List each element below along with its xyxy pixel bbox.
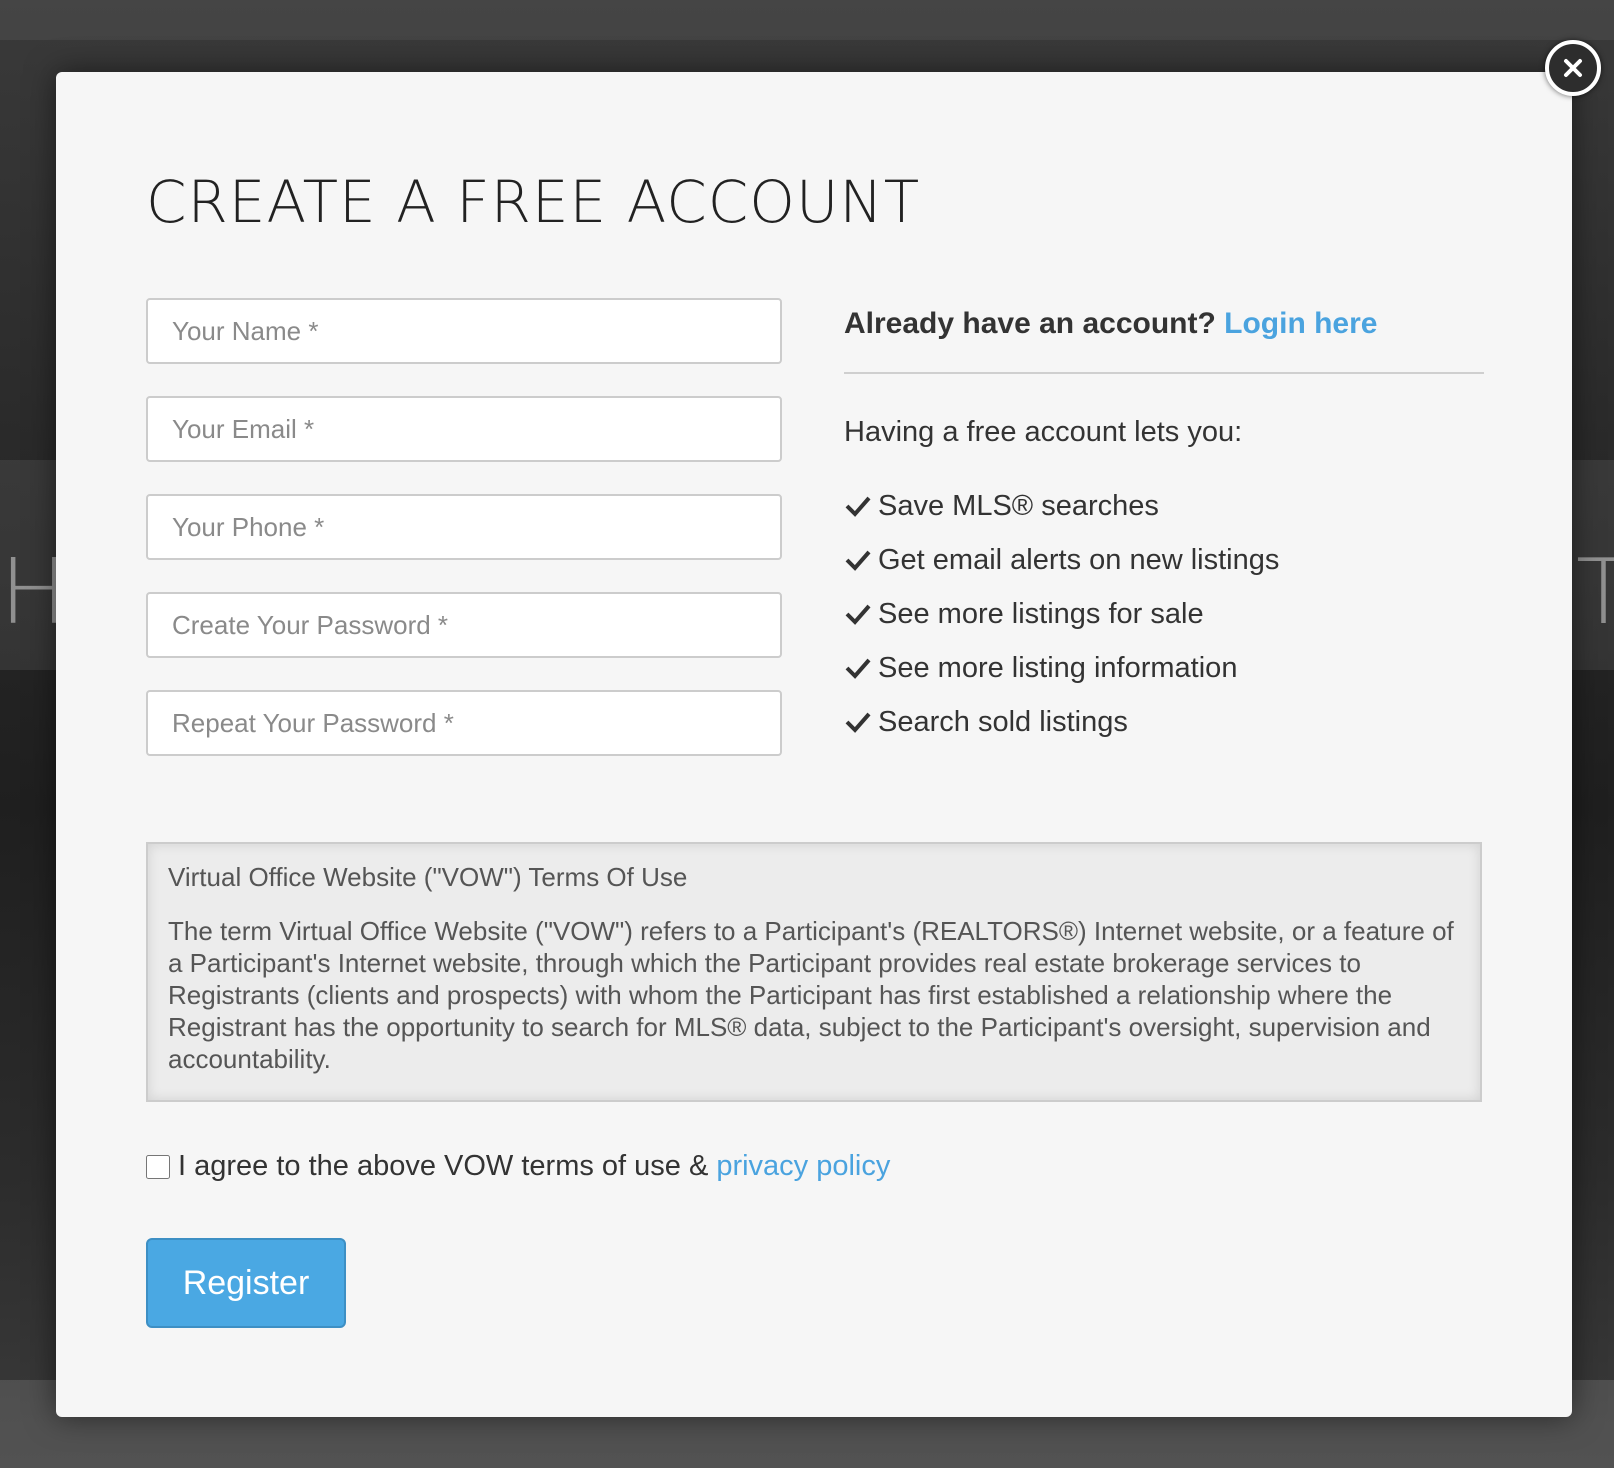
login-prompt: Already have an account?: [844, 307, 1216, 340]
login-link[interactable]: Login here: [1224, 307, 1377, 340]
terms-title: Virtual Office Website ("VOW") Terms Of …: [168, 862, 688, 892]
close-button[interactable]: [1545, 40, 1601, 96]
password-input[interactable]: [146, 592, 782, 658]
benefit-item: See more listings for sale: [844, 587, 1484, 641]
benefit-label: Get email alerts on new listings: [878, 544, 1280, 576]
terms-of-use-box[interactable]: Virtual Office Website ("VOW") Terms Of …: [146, 842, 1482, 1102]
close-icon: [1564, 59, 1582, 77]
benefit-item: Get email alerts on new listings: [844, 533, 1484, 587]
check-icon: [845, 604, 871, 625]
terms-body: The term Virtual Office Website ("VOW") …: [168, 916, 1454, 1074]
register-modal: CREATE A FREE ACCOUNT Already have an ac…: [56, 72, 1572, 1417]
benefit-label: See more listings for sale: [878, 598, 1204, 630]
benefit-label: Search sold listings: [878, 706, 1128, 738]
register-button[interactable]: Register: [146, 1238, 346, 1328]
backdrop-letter: T: [1576, 540, 1614, 645]
benefit-label: See more listing information: [878, 652, 1238, 684]
benefit-item: See more listing information: [844, 641, 1484, 695]
check-icon: [845, 496, 871, 517]
agree-label: I agree to the above VOW terms of use &: [178, 1150, 709, 1182]
account-benefits-panel: Already have an account? Login here Havi…: [844, 294, 1484, 749]
login-prompt-line: Already have an account? Login here: [844, 294, 1484, 354]
benefit-item: Search sold listings: [844, 695, 1484, 749]
benefits-intro: Having a free account lets you:: [844, 416, 1243, 448]
divider: [844, 372, 1484, 374]
modal-title: CREATE A FREE ACCOUNT: [146, 168, 921, 236]
name-input[interactable]: [146, 298, 782, 364]
check-icon: [845, 550, 871, 571]
check-icon: [845, 712, 871, 733]
agree-terms-row[interactable]: I agree to the above VOW terms of use & …: [146, 1150, 890, 1183]
agree-checkbox[interactable]: [146, 1154, 170, 1179]
backdrop-band: [0, 0, 1614, 40]
benefit-item: Save MLS® searches: [844, 479, 1484, 533]
benefits-list: Save MLS® searches Get email alerts on n…: [844, 479, 1484, 749]
privacy-policy-link[interactable]: privacy policy: [716, 1150, 890, 1183]
email-input[interactable]: [146, 396, 782, 462]
benefit-label: Save MLS® searches: [878, 490, 1159, 522]
phone-input[interactable]: [146, 494, 782, 560]
repeat-password-input[interactable]: [146, 690, 782, 756]
check-icon: [845, 658, 871, 679]
